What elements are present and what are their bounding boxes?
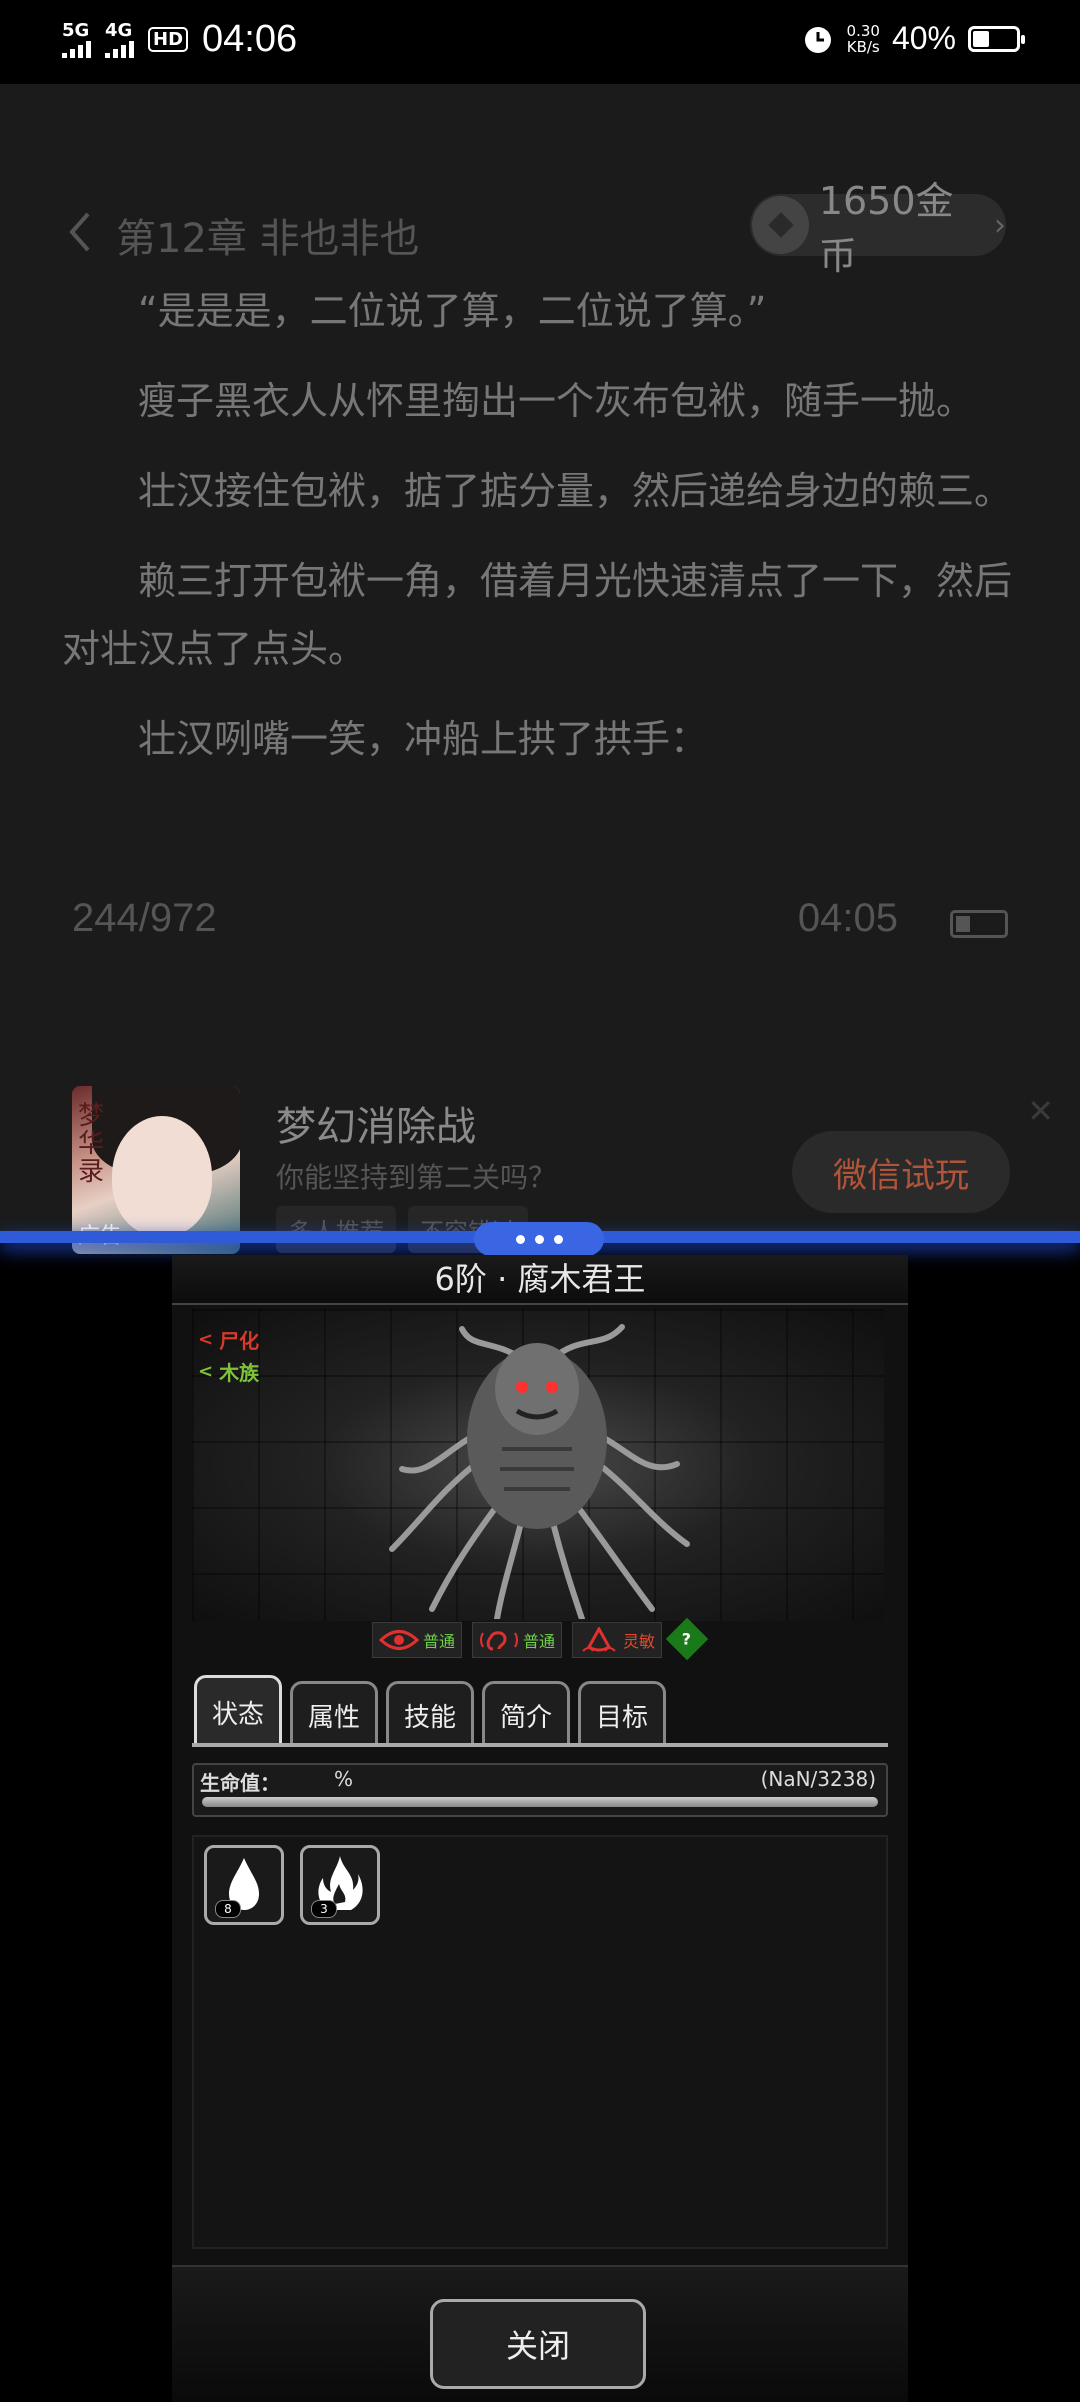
hp-bar [202,1797,878,1807]
tab-intro[interactable]: 简介 [482,1681,570,1747]
speed-value: 0.30 [846,21,880,40]
ad-subtitle: 你能坚持到第二关吗？ [276,1161,557,1194]
reader-clock: 04:05 [797,896,898,940]
ad-tag: 多人推荐 [276,1206,396,1253]
page-counter: 244/972 [72,896,217,940]
sense-hearing[interactable]: 普通 [472,1622,563,1658]
network-type-label: 4G [105,19,133,41]
tab-underline [192,1743,888,1747]
ad-calligraphy: 梦华录 [78,1101,105,1187]
help-icon[interactable]: ? [665,1617,709,1661]
chapter-header: 第12章 非也非也 1650金币 › [0,179,1080,278]
coin-balance: 1650金币 [818,179,954,278]
hp-percent: % [334,1767,354,1791]
coin-icon [752,196,809,254]
sense-smell[interactable]: 灵敏 [572,1622,663,1658]
hp-value: (NaN/3238) [760,1767,876,1791]
signal-sim1: 5G [62,19,91,58]
paragraph: “是是是，二位说了算，二位说了算。” [138,289,767,333]
monster-illustration [389,1324,690,1619]
hd-voice-icon: HD [148,27,189,52]
paragraph: 瘦子黑衣人从怀里掏出一个灰布包袱，随手一抛。 [138,379,975,423]
chapter-text[interactable]: “是是是，二位说了算，二位说了算。” 瘦子黑衣人从怀里掏出一个灰布包袱，随手一抛… [62,277,1022,795]
tab-target[interactable]: 目标 [578,1681,666,1747]
paragraph: 赖三打开包袱一角，借着月光快速清点了一下，然后对壮汉点了点头。 [62,559,1013,671]
ad-banner[interactable]: 梦华录 广告 梦幻消除战 你能坚持到第二关吗？ 多人推荐 不容错过 微信试玩 ✕ [0,1004,1080,1254]
monster-info-panel: 6阶 · 腐木君王 < 尸化 < 木族 普通 普通 灵敏 ? 状态 属性 技能 … [172,1255,908,2402]
ad-game-image[interactable]: 梦华录 广告 [72,1086,240,1254]
speed-unit: KB/s [846,37,880,56]
share-icon: < [198,1361,214,1382]
tab-attributes[interactable]: 属性 [290,1681,378,1747]
tab-skills[interactable]: 技能 [386,1681,474,1747]
tab-status[interactable]: 状态 [194,1675,282,1747]
ad-art-face [112,1116,212,1236]
status-effects-area: 8 3 [192,1835,888,2249]
nose-icon [582,1627,616,1652]
sense-label: 普通 [523,1632,556,1651]
sense-sight[interactable]: 普通 [372,1622,463,1658]
buff-count: 3 [311,1900,337,1918]
monster-art: < 尸化 < 木族 [192,1309,884,1621]
drag-handle[interactable] [474,1222,604,1256]
trait-label: 尸化 [219,1329,260,1353]
ad-title[interactable]: 梦幻消除战 [276,1094,476,1152]
close-button[interactable]: 关闭 [430,2299,646,2389]
battery-percent: 40% [891,20,956,56]
hp-panel: 生命值： % (NaN/3238) [192,1763,888,1817]
sense-label: 普通 [423,1632,456,1651]
info-tabs: 状态 属性 技能 简介 目标 [194,1675,666,1747]
chapter-title[interactable]: 第12章 非也非也 [116,206,420,264]
network-type-label: 5G [62,19,90,41]
share-icon: < [198,1329,214,1350]
alarm-icon [804,26,831,53]
buff-count: 8 [215,1900,241,1918]
reader-battery-icon [950,910,1008,938]
reader-footer: 244/972 04:05 [72,896,1008,956]
trait-tag[interactable]: < 尸化 [198,1325,259,1354]
paragraph: 壮汉接住包袱，掂了掂分量，然后递给身边的赖三。 [138,469,1013,513]
panel-footer: 关闭 [172,2265,908,2402]
ear-icon [480,1631,519,1651]
status-bar: 5G 4G HD 04:06 0.30 KB/s 40% [0,0,1080,84]
paragraph: 壮汉咧嘴一笑，冲船上拱了拱手： [138,717,709,761]
signal-bars-icon [62,40,91,58]
monster-title: 6阶 · 腐木君王 [172,1255,908,1305]
network-speed: 0.30 KB/s [847,23,880,55]
reader-view: 第12章 非也非也 1650金币 › “是是是，二位说了算，二位说了算。” 瘦子… [0,84,1080,1254]
battery-icon [968,25,1025,52]
trait-label: 木族 [219,1361,260,1385]
close-icon[interactable]: ✕ [1027,1092,1054,1130]
buff-slot[interactable]: 8 [204,1845,284,1925]
ad-cta-button[interactable]: 微信试玩 [792,1131,1010,1213]
coin-balance-button[interactable]: 1650金币 › [750,179,1006,278]
help-glyph: ? [682,1629,692,1649]
status-time: 04:06 [202,18,298,60]
eye-icon [379,1630,419,1650]
sense-label: 灵敏 [623,1632,656,1651]
chevron-right-icon: › [994,207,1006,243]
signal-sim2: 4G [105,19,134,58]
signal-bars-icon [105,40,134,58]
back-chevron-icon[interactable] [66,210,94,254]
senses-row: 普通 普通 灵敏 ? [372,1617,709,1661]
trait-tag[interactable]: < 木族 [198,1357,259,1386]
buff-slot[interactable]: 3 [300,1845,380,1925]
hp-label: 生命值： [200,1771,280,1795]
